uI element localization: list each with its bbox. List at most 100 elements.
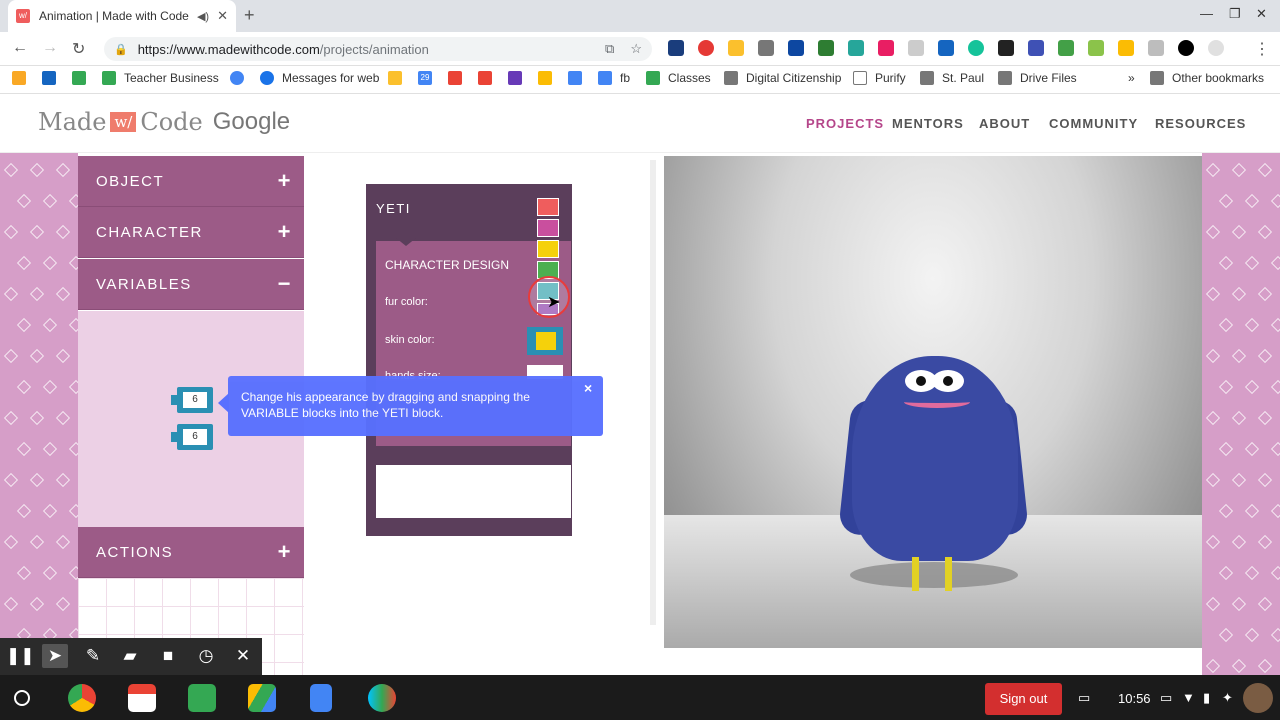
- drive-icon[interactable]: [1118, 40, 1134, 56]
- bookmark-messages[interactable]: Messages for web: [260, 71, 379, 85]
- bookmark-icon[interactable]: [388, 71, 410, 85]
- bookmark-icon[interactable]: [72, 71, 94, 85]
- extension-icon[interactable]: [1058, 40, 1074, 56]
- extension-icon[interactable]: [938, 40, 954, 56]
- extension-icon[interactable]: [758, 40, 774, 56]
- forward-icon[interactable]: →: [42, 39, 58, 57]
- bookmark-google[interactable]: [230, 71, 252, 85]
- category-character[interactable]: CHARACTER +: [78, 207, 304, 258]
- bookmark-icon[interactable]: [538, 71, 560, 85]
- bookmark-fb[interactable]: fb: [598, 71, 630, 85]
- close-toolbar-icon[interactable]: ✕: [230, 644, 256, 668]
- timer-icon[interactable]: ◷: [193, 644, 219, 668]
- bookmark-teacher-business[interactable]: Teacher Business: [102, 71, 219, 85]
- window-close-icon[interactable]: ✕: [1256, 6, 1267, 22]
- extension-icon[interactable]: [818, 40, 834, 56]
- back-icon[interactable]: ←: [12, 39, 28, 57]
- bookmark-classes[interactable]: Classes: [646, 71, 711, 85]
- yeti-pupil: [916, 376, 926, 386]
- bookmark-purify[interactable]: Purify: [853, 71, 906, 85]
- bookmark-drive-files[interactable]: Drive Files: [998, 71, 1077, 85]
- more-bookmarks-icon[interactable]: »: [1128, 71, 1135, 85]
- pointer-tool-icon[interactable]: ➤: [42, 644, 68, 668]
- category-actions[interactable]: ACTIONS +: [78, 527, 304, 578]
- screen-icon[interactable]: ▭: [1160, 690, 1172, 706]
- collapse-icon: −: [277, 271, 292, 296]
- bookmark-icon[interactable]: [508, 71, 530, 85]
- variable-block[interactable]: 6: [171, 424, 213, 450]
- chrome-icon[interactable]: [68, 684, 96, 712]
- close-tab-icon[interactable]: ✕: [217, 8, 228, 24]
- nav-about[interactable]: ABOUT: [979, 116, 1030, 131]
- color-swatch[interactable]: [537, 198, 559, 216]
- grammarly-icon[interactable]: [968, 40, 984, 56]
- wifi-icon[interactable]: ▼: [1182, 690, 1195, 705]
- skin-color-picker[interactable]: [527, 327, 563, 355]
- bookmark-st-paul[interactable]: St. Paul: [920, 71, 984, 85]
- extension-icon[interactable]: [788, 40, 804, 56]
- maximize-icon[interactable]: ❐: [1229, 6, 1241, 22]
- browser-tab[interactable]: w/ Animation | Made with Code ◀) ✕: [8, 0, 236, 32]
- launcher-icon[interactable]: [14, 690, 30, 706]
- bookmark-other[interactable]: Other bookmarks: [1150, 71, 1264, 85]
- new-tab-button[interactable]: +: [244, 5, 255, 26]
- yeti-block-slot[interactable]: [376, 465, 571, 518]
- diamond-decoration: [29, 472, 45, 488]
- bookmark-icon[interactable]: [42, 71, 64, 85]
- bookmark-gmail[interactable]: [478, 71, 500, 85]
- extension-icon[interactable]: [1178, 40, 1194, 56]
- bookmark-calendar[interactable]: 29: [418, 71, 440, 85]
- extension-icon[interactable]: [1208, 40, 1224, 56]
- star-icon[interactable]: ☆: [630, 41, 642, 57]
- category-object[interactable]: OBJECT +: [78, 156, 304, 207]
- reload-icon[interactable]: ↻: [72, 39, 85, 59]
- tooltip-close-icon[interactable]: ×: [584, 380, 592, 396]
- bookmark-digital-citizenship[interactable]: Digital Citizenship: [724, 71, 841, 85]
- workspace-scrollbar[interactable]: [650, 160, 656, 625]
- category-variables[interactable]: VARIABLES −: [78, 259, 304, 310]
- bookmark-gmail[interactable]: [448, 71, 470, 85]
- gmail-icon[interactable]: [128, 684, 156, 712]
- extension-icon[interactable]: [1148, 40, 1164, 56]
- extension-icon[interactable]: [728, 40, 744, 56]
- menu-dots-icon[interactable]: ⋮: [1254, 39, 1270, 59]
- accessibility-icon[interactable]: ✦: [1222, 690, 1233, 706]
- clock[interactable]: 10:56: [1118, 691, 1151, 706]
- extension-icon[interactable]: [1028, 40, 1044, 56]
- camera-icon[interactable]: ■: [155, 644, 181, 668]
- battery-icon[interactable]: ▮: [1203, 690, 1210, 706]
- color-swatch[interactable]: [537, 219, 559, 237]
- extension-icon[interactable]: [998, 40, 1014, 56]
- extension-icon[interactable]: [1088, 40, 1104, 56]
- extension-icon[interactable]: [848, 40, 864, 56]
- cast-icon[interactable]: ▭: [1078, 690, 1090, 706]
- nav-community[interactable]: COMMUNITY: [1049, 116, 1138, 131]
- nav-mentors[interactable]: MENTORS: [892, 116, 964, 131]
- nav-resources[interactable]: RESOURCES: [1155, 116, 1246, 131]
- extension-icon[interactable]: [698, 40, 714, 56]
- minimize-icon[interactable]: —: [1200, 6, 1213, 21]
- highlighter-tool-icon[interactable]: ▰: [117, 644, 143, 668]
- lock-icon: 🔒: [114, 43, 128, 56]
- variable-block[interactable]: 6: [171, 387, 213, 413]
- extension-icon[interactable]: [878, 40, 894, 56]
- pen-tool-icon[interactable]: ✎: [80, 644, 106, 668]
- made-with-code-logo[interactable]: Made w/ Code Google: [38, 108, 290, 136]
- open-external-icon[interactable]: ⧉: [605, 41, 614, 57]
- bookmark-apps[interactable]: [12, 71, 34, 85]
- sign-out-button[interactable]: Sign out: [985, 683, 1062, 715]
- speaker-icon[interactable]: ◀): [197, 10, 209, 23]
- color-swatch[interactable]: [537, 240, 559, 258]
- bookmark-docs[interactable]: [568, 71, 590, 85]
- play-store-icon[interactable]: [368, 684, 396, 712]
- address-bar[interactable]: 🔒 https://www.madewithcode.com/projects/…: [104, 37, 652, 61]
- nav-projects[interactable]: PROJECTS: [806, 116, 884, 131]
- user-avatar[interactable]: [1243, 683, 1273, 713]
- diamond-decoration: [55, 224, 71, 240]
- pause-icon[interactable]: ❚❚: [6, 644, 35, 668]
- docs-icon[interactable]: [310, 684, 332, 712]
- extension-icon[interactable]: [668, 40, 684, 56]
- classroom-icon[interactable]: [188, 684, 216, 712]
- extension-icon[interactable]: [908, 40, 924, 56]
- drive-icon[interactable]: [248, 684, 276, 712]
